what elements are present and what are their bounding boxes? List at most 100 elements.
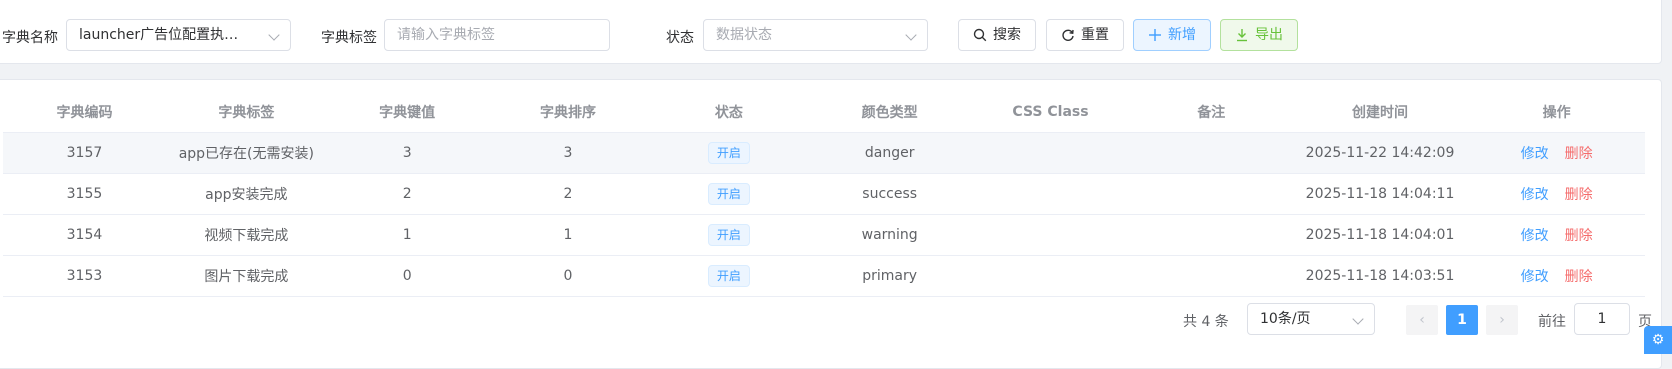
col-header-sort: 字典排序 <box>487 92 649 133</box>
col-header-code: 字典编码 <box>3 92 166 133</box>
status-badge: 开启 <box>707 182 750 205</box>
delete-link[interactable]: 删除 <box>1565 269 1593 285</box>
dict-name-value: launcher广告位配置执行记… <box>79 27 249 43</box>
cell-created: 2025-11-22 14:42:09 <box>1291 132 1469 174</box>
cell-value: 0 <box>326 255 488 297</box>
cell-sort: 2 <box>487 173 649 215</box>
chevron-down-icon <box>268 29 280 41</box>
chevron-down-icon <box>1352 313 1364 325</box>
download-icon <box>1237 29 1247 42</box>
cell-status: 开启 <box>648 173 810 215</box>
settings-button[interactable]: ⚙ <box>1644 326 1672 354</box>
cell-color: primary <box>809 255 971 297</box>
search-button-label: 搜索 <box>993 27 1021 43</box>
cell-label: 图片下载完成 <box>165 255 327 297</box>
cell-label: 视频下载完成 <box>165 214 327 256</box>
dict-label-label: 字典标签 <box>321 30 377 46</box>
cell-status: 开启 <box>648 214 810 256</box>
cell-label: app安装完成 <box>165 173 327 215</box>
cell-css <box>970 173 1131 215</box>
prev-page-button[interactable]: ‹ <box>1406 305 1438 335</box>
delete-link[interactable]: 删除 <box>1565 187 1593 203</box>
export-button[interactable]: 导出 <box>1220 19 1298 51</box>
table-header-row: 字典编码 字典标签 字典键值 字典排序 状态 颜色类型 CSS Class 备注… <box>3 92 1645 133</box>
search-button[interactable]: 搜索 <box>958 19 1036 51</box>
status-badge: 开启 <box>707 223 750 246</box>
reset-button-label: 重置 <box>1081 27 1109 43</box>
dict-label-input[interactable]: 请输入字典标签 <box>384 19 610 51</box>
cell-color: warning <box>809 214 971 256</box>
cell-color: success <box>809 173 971 215</box>
edit-link[interactable]: 修改 <box>1521 269 1549 285</box>
goto-label: 前往 <box>1538 314 1566 330</box>
cell-color: danger <box>809 132 971 174</box>
cell-code: 3153 <box>3 255 166 297</box>
gear-icon: ⚙ <box>1651 332 1665 348</box>
cell-actions: 修改 删除 <box>1468 173 1645 215</box>
cell-css <box>970 132 1131 174</box>
col-header-css: CSS Class <box>970 92 1131 133</box>
cell-remark <box>1130 173 1292 215</box>
col-header-label: 字典标签 <box>165 92 327 133</box>
status-select[interactable]: 数据状态 <box>703 19 928 51</box>
cell-css <box>970 214 1131 256</box>
cell-remark <box>1130 214 1292 256</box>
col-header-created: 创建时间 <box>1291 92 1469 133</box>
delete-link[interactable]: 删除 <box>1565 228 1593 244</box>
page-size-select[interactable]: 10条/页 <box>1247 303 1375 335</box>
cell-created: 2025-11-18 14:04:01 <box>1291 214 1469 256</box>
table-row[interactable]: 3155 app安装完成 2 2 开启 success 2025-11-18 1… <box>3 173 1645 215</box>
col-header-color: 颜色类型 <box>809 92 971 133</box>
pagination-total: 共 4 条 <box>1183 314 1229 330</box>
col-header-value: 字典键值 <box>326 92 488 133</box>
cell-remark <box>1130 255 1292 297</box>
dict-name-label: 字典名称 <box>2 30 58 46</box>
status-label: 状态 <box>666 30 694 46</box>
cell-label: app已存在(无需安装) <box>165 132 327 174</box>
table-row[interactable]: 3154 视频下载完成 1 1 开启 warning 2025-11-18 14… <box>3 214 1645 256</box>
table-row[interactable]: 3153 图片下载完成 0 0 开启 primary 2025-11-18 14… <box>3 255 1645 297</box>
cell-actions: 修改 删除 <box>1468 132 1645 174</box>
cell-value: 3 <box>326 132 488 174</box>
cell-sort: 1 <box>487 214 649 256</box>
status-placeholder: 数据状态 <box>716 27 772 43</box>
cell-sort: 0 <box>487 255 649 297</box>
dict-name-select[interactable]: launcher广告位配置执行记… <box>66 19 291 51</box>
cell-code: 3155 <box>3 173 166 215</box>
dict-label-placeholder: 请输入字典标签 <box>397 27 495 43</box>
cell-value: 1 <box>326 214 488 256</box>
page-size-value: 10条/页 <box>1260 311 1311 327</box>
search-icon <box>973 28 987 42</box>
col-header-status: 状态 <box>648 92 810 133</box>
col-header-actions: 操作 <box>1468 92 1645 133</box>
page-number-button[interactable]: 1 <box>1446 305 1478 335</box>
status-badge: 开启 <box>707 141 750 164</box>
edit-link[interactable]: 修改 <box>1521 187 1549 203</box>
refresh-icon <box>1062 29 1074 41</box>
goto-page-input[interactable]: 1 <box>1574 303 1630 335</box>
cell-sort: 3 <box>487 132 649 174</box>
cell-created: 2025-11-18 14:04:11 <box>1291 173 1469 215</box>
col-header-remark: 备注 <box>1130 92 1292 133</box>
chevron-left-icon: ‹ <box>1419 312 1425 328</box>
table-row[interactable]: 3157 app已存在(无需安装) 3 3 开启 danger 2025-11-… <box>3 132 1645 174</box>
delete-link[interactable]: 删除 <box>1565 146 1593 162</box>
add-button-label: 新增 <box>1168 27 1196 43</box>
plus-icon <box>1149 29 1161 41</box>
edit-link[interactable]: 修改 <box>1521 228 1549 244</box>
status-badge: 开启 <box>707 264 750 287</box>
next-page-button[interactable]: › <box>1486 305 1518 335</box>
dict-data-table: 字典编码 字典标签 字典键值 字典排序 状态 颜色类型 CSS Class 备注… <box>3 92 1645 297</box>
cell-code: 3154 <box>3 214 166 256</box>
edit-link[interactable]: 修改 <box>1521 146 1549 162</box>
cell-css <box>970 255 1131 297</box>
add-button[interactable]: 新增 <box>1133 19 1211 51</box>
cell-status: 开启 <box>648 255 810 297</box>
cell-code: 3157 <box>3 132 166 174</box>
cell-remark <box>1130 132 1292 174</box>
cell-status: 开启 <box>648 132 810 174</box>
chevron-right-icon: › <box>1499 312 1505 328</box>
cell-value: 2 <box>326 173 488 215</box>
reset-button[interactable]: 重置 <box>1046 19 1124 51</box>
cell-created: 2025-11-18 14:03:51 <box>1291 255 1469 297</box>
